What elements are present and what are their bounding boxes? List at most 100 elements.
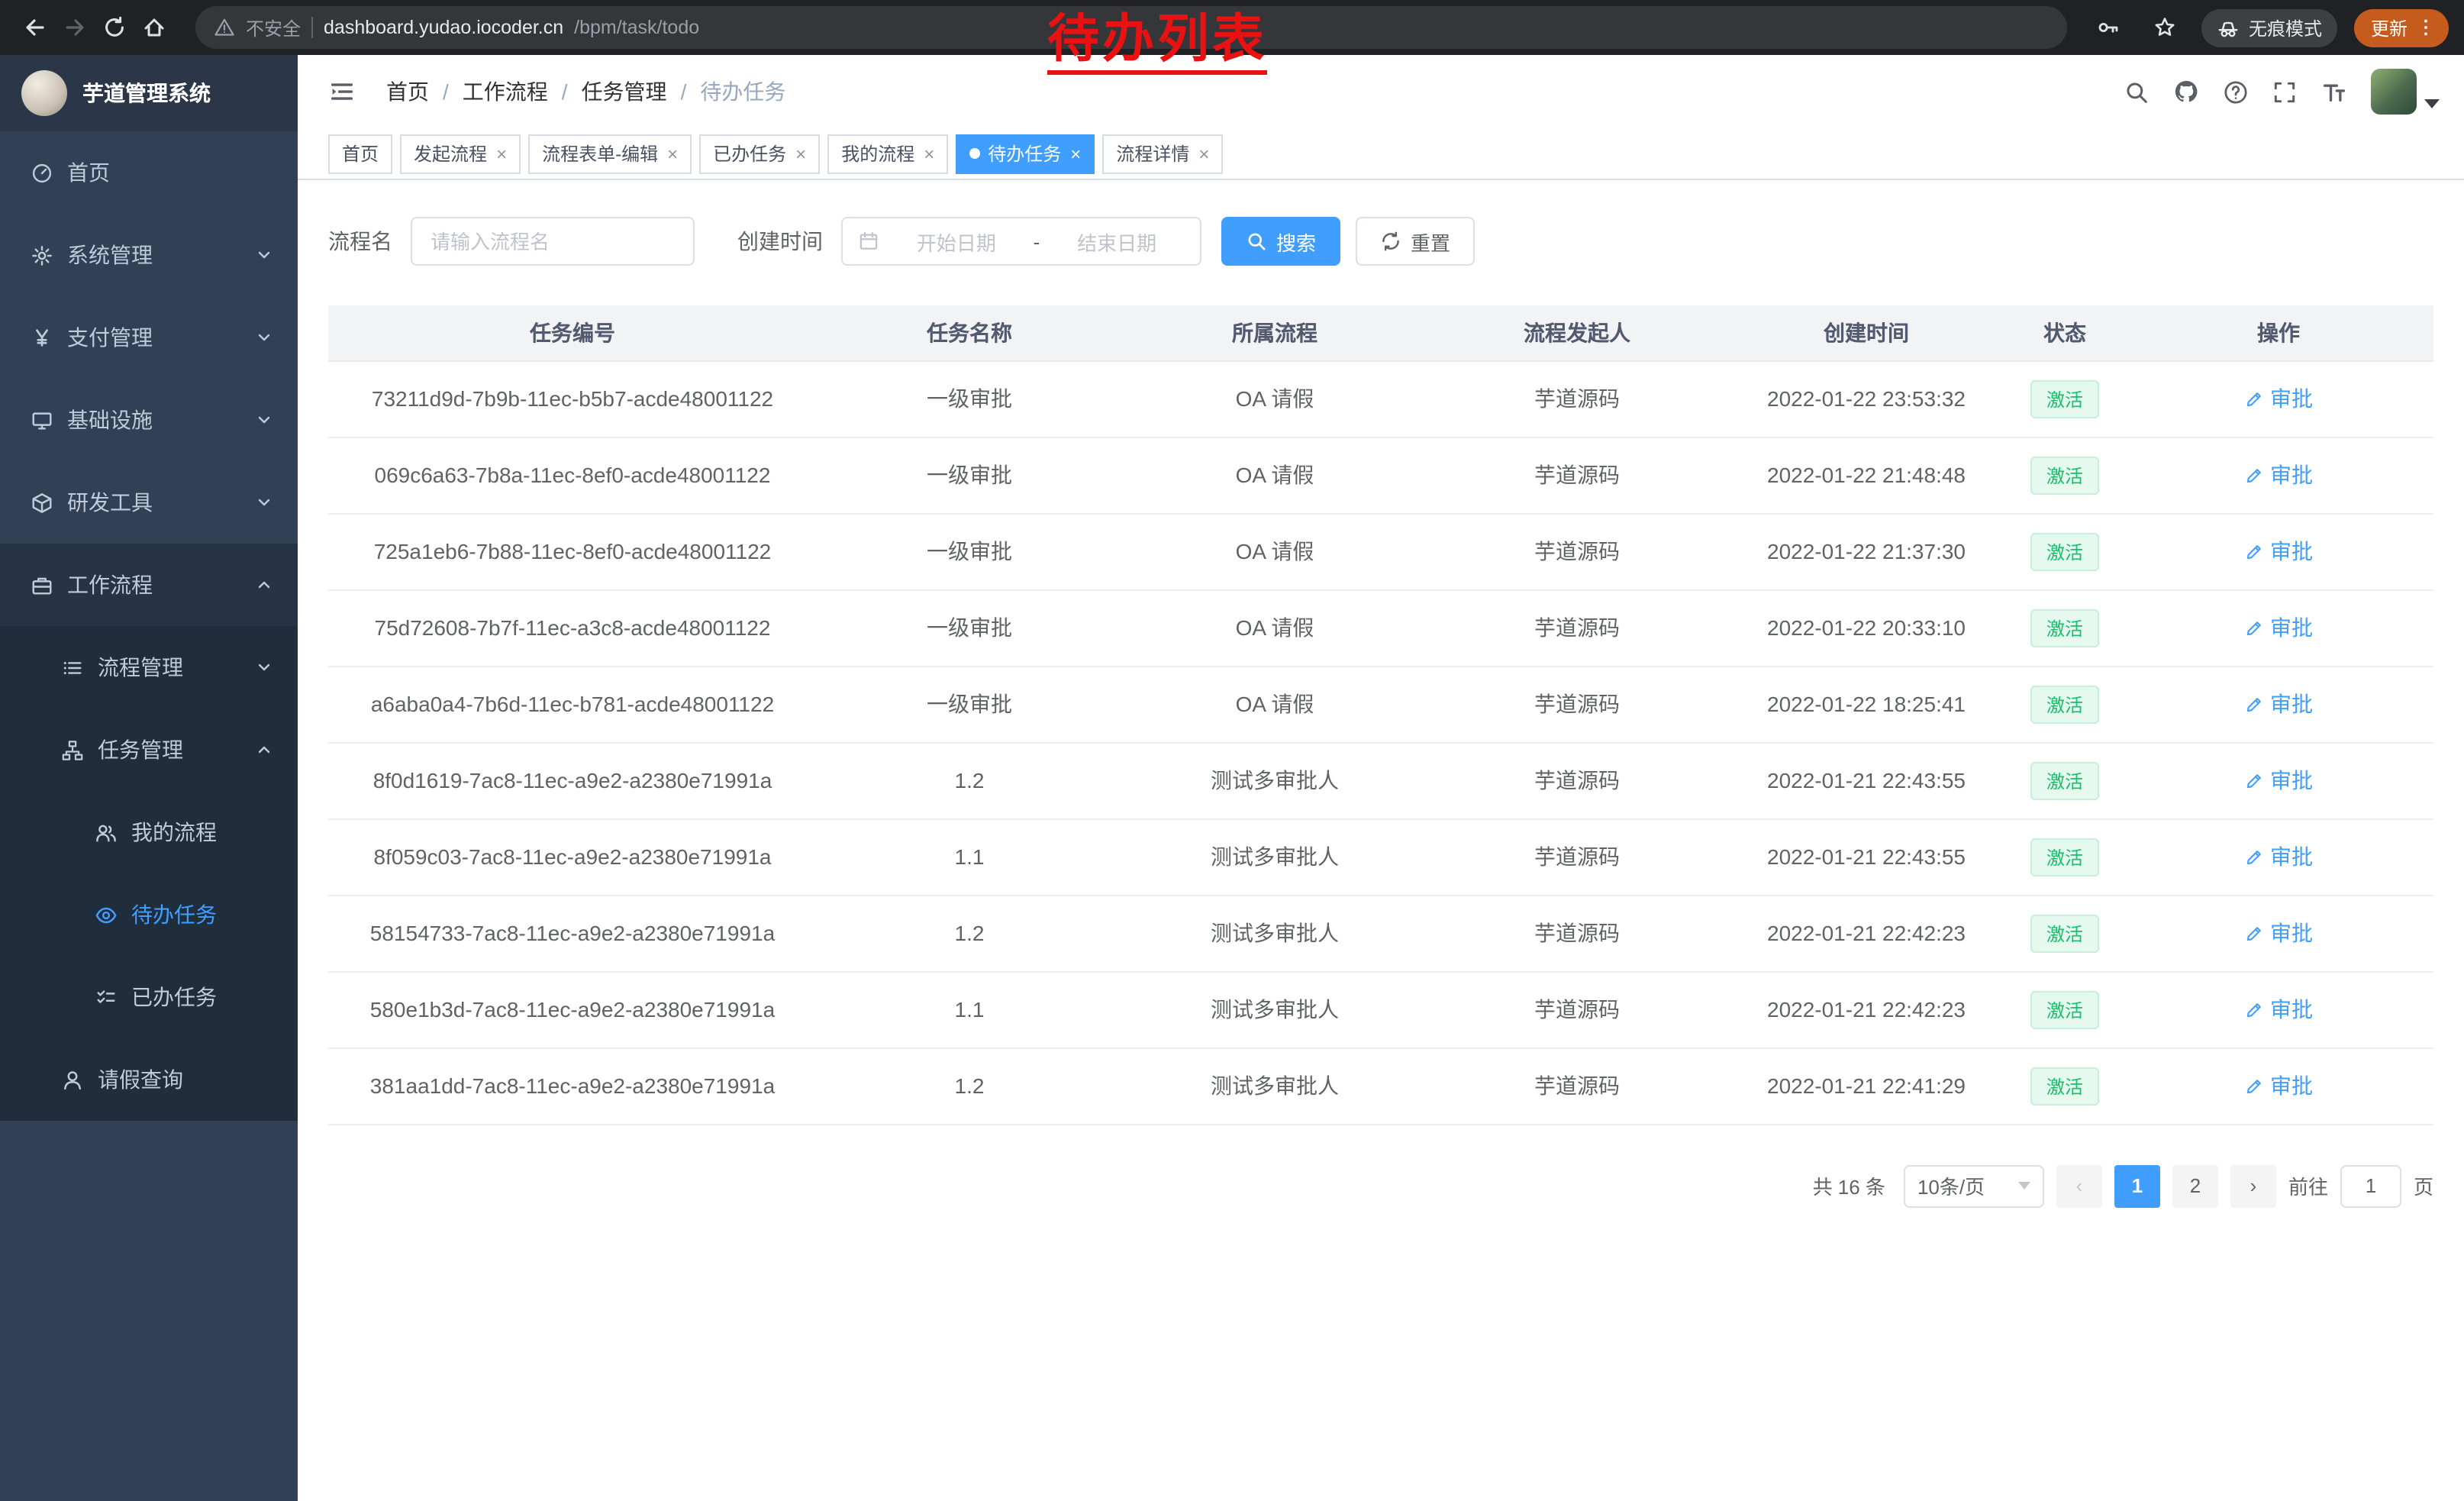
cell-task-id: 8f0d1619-7ac8-11ec-a9e2-a2380e71991a bbox=[328, 742, 817, 818]
status-badge: 激活 bbox=[2031, 914, 2098, 952]
end-date-placeholder: 结束日期 bbox=[1049, 227, 1185, 256]
sidebar-item-system[interactable]: 系统管理 bbox=[0, 214, 298, 296]
cell-create-time: 2022-01-22 20:33:10 bbox=[1727, 589, 2006, 666]
cell-create-time: 2022-01-22 21:48:48 bbox=[1727, 437, 2006, 513]
chevron-up-icon bbox=[255, 741, 273, 759]
approve-link[interactable]: 审批 bbox=[2244, 994, 2313, 1025]
sidebar-item-todo-tasks[interactable]: 待办任务 bbox=[0, 873, 298, 956]
breadcrumb-task-management[interactable]: 任务管理 bbox=[582, 76, 667, 107]
cell-process: 测试多审批人 bbox=[1122, 742, 1427, 818]
approve-link[interactable]: 审批 bbox=[2244, 536, 2313, 567]
approve-link[interactable]: 审批 bbox=[2244, 841, 2313, 872]
approve-link[interactable]: 审批 bbox=[2244, 765, 2313, 796]
tab[interactable]: 待办任务 × bbox=[956, 134, 1095, 173]
close-icon[interactable]: × bbox=[795, 144, 806, 163]
browser-reload-button[interactable] bbox=[95, 8, 134, 47]
header-search-button[interactable] bbox=[2124, 79, 2150, 105]
sidebar-item-workflow[interactable]: 工作流程 bbox=[0, 544, 298, 626]
breadcrumb-separator: / bbox=[681, 79, 687, 104]
close-icon[interactable]: × bbox=[667, 144, 678, 163]
approve-link[interactable]: 审批 bbox=[2244, 1070, 2313, 1101]
process-name-input[interactable] bbox=[411, 217, 695, 266]
edit-pen-icon bbox=[2244, 999, 2264, 1019]
sidebar-item-my-processes[interactable]: 我的流程 bbox=[0, 791, 298, 873]
url-host: dashboard.yudao.iocoder.cn bbox=[324, 17, 563, 38]
approve-link[interactable]: 审批 bbox=[2244, 918, 2313, 948]
approve-link[interactable]: 审批 bbox=[2244, 689, 2313, 719]
page-size-select[interactable]: 10条/页 bbox=[1904, 1164, 2044, 1207]
column-header: 任务编号 bbox=[328, 305, 817, 360]
approve-link[interactable]: 审批 bbox=[2244, 383, 2313, 414]
font-size-button[interactable] bbox=[2320, 78, 2348, 105]
cell-starter: 芋道源码 bbox=[1427, 513, 1727, 589]
browser-forward-button[interactable] bbox=[55, 8, 95, 47]
date-range-picker[interactable]: 开始日期 - 结束日期 bbox=[841, 217, 1201, 266]
status-badge: 激活 bbox=[2031, 379, 2098, 418]
sidebar-item-home[interactable]: 首页 bbox=[0, 131, 298, 214]
chevron-down-icon bbox=[255, 493, 273, 512]
reset-button[interactable]: 重置 bbox=[1356, 217, 1475, 266]
breadcrumb-workflow[interactable]: 工作流程 bbox=[463, 76, 548, 107]
table-row: 069c6a63-7b8a-11ec-8ef0-acde48001122 一级审… bbox=[328, 437, 2433, 513]
sidebar-item-leave-query[interactable]: 请假查询 bbox=[0, 1038, 298, 1121]
help-button[interactable] bbox=[2223, 79, 2249, 105]
page-button-1[interactable]: 1 bbox=[2114, 1164, 2160, 1207]
browser-back-button[interactable] bbox=[15, 8, 55, 47]
menu-dots-icon bbox=[2415, 17, 2437, 38]
close-icon[interactable]: × bbox=[496, 144, 507, 163]
filter-bar: 流程名 创建时间 开始日期 - 结束日期 搜索 重 bbox=[328, 217, 2433, 266]
tab[interactable]: 已办任务 × bbox=[699, 134, 820, 173]
cell-create-time: 2022-01-21 22:42:23 bbox=[1727, 971, 2006, 1047]
approve-link[interactable]: 审批 bbox=[2244, 460, 2313, 490]
table-row: 73211d9d-7b9b-11ec-b5b7-acde48001122 一级审… bbox=[328, 360, 2433, 437]
browser-home-button[interactable] bbox=[134, 8, 174, 47]
caret-down-icon bbox=[2424, 99, 2440, 108]
app-logo-image bbox=[21, 70, 67, 116]
sidebar-collapse-button[interactable] bbox=[322, 78, 362, 105]
goto-page-input[interactable] bbox=[2340, 1164, 2401, 1207]
sidebar-item-devtools[interactable]: 研发工具 bbox=[0, 461, 298, 544]
tab[interactable]: 首页 bbox=[328, 134, 392, 173]
star-icon bbox=[2153, 15, 2177, 40]
cell-task-name: 一级审批 bbox=[817, 513, 1122, 589]
bookmark-star-button[interactable] bbox=[2145, 8, 2185, 47]
search-button[interactable]: 搜索 bbox=[1221, 217, 1340, 266]
tab[interactable]: 我的流程 × bbox=[827, 134, 948, 173]
hamburger-icon bbox=[328, 78, 356, 105]
box-icon bbox=[31, 491, 53, 514]
tab[interactable]: 流程表单-编辑 × bbox=[528, 134, 692, 173]
approve-link[interactable]: 审批 bbox=[2244, 612, 2313, 643]
breadcrumb-home[interactable]: 首页 bbox=[386, 76, 429, 107]
user-menu[interactable] bbox=[2371, 69, 2440, 115]
screen: 不安全 dashboard.yudao.iocoder.cn /bpm/task… bbox=[0, 0, 2464, 1501]
key-icon bbox=[2096, 15, 2121, 40]
fullscreen-icon bbox=[2272, 79, 2298, 105]
sidebar-item-process-management[interactable]: 流程管理 bbox=[0, 626, 298, 709]
edit-pen-icon bbox=[2244, 465, 2264, 485]
url-path: /bpm/task/todo bbox=[574, 17, 699, 38]
close-icon[interactable]: × bbox=[1070, 144, 1081, 163]
close-icon[interactable]: × bbox=[924, 144, 934, 163]
close-icon[interactable]: × bbox=[1198, 144, 1209, 163]
chevron-down-icon bbox=[255, 658, 273, 676]
prev-page-button[interactable]: ‹ bbox=[2056, 1164, 2102, 1207]
sidebar-item-done-tasks[interactable]: 已办任务 bbox=[0, 956, 298, 1038]
sidebar-item-infrastructure[interactable]: 基础设施 bbox=[0, 379, 298, 461]
password-key-button[interactable] bbox=[2088, 8, 2128, 47]
sidebar-item-task-management[interactable]: 任务管理 bbox=[0, 709, 298, 791]
app-title: 芋道管理系统 bbox=[82, 78, 211, 108]
next-page-button[interactable]: › bbox=[2230, 1164, 2276, 1207]
tab[interactable]: 发起流程 × bbox=[400, 134, 521, 173]
browser-update-button[interactable]: 更新 bbox=[2354, 8, 2449, 47]
tab[interactable]: 流程详情 × bbox=[1102, 134, 1223, 173]
status-badge: 激活 bbox=[2031, 532, 2098, 570]
page-button-2[interactable]: 2 bbox=[2172, 1164, 2218, 1207]
sidebar-item-payment[interactable]: 支付管理 bbox=[0, 296, 298, 379]
tree-icon bbox=[61, 738, 84, 761]
home-icon bbox=[142, 15, 166, 40]
yen-icon bbox=[31, 326, 53, 349]
table-row: 725a1eb6-7b88-11ec-8ef0-acde48001122 一级审… bbox=[328, 513, 2433, 589]
github-link[interactable] bbox=[2172, 78, 2200, 105]
monitor-icon bbox=[31, 408, 53, 431]
fullscreen-button[interactable] bbox=[2272, 79, 2298, 105]
